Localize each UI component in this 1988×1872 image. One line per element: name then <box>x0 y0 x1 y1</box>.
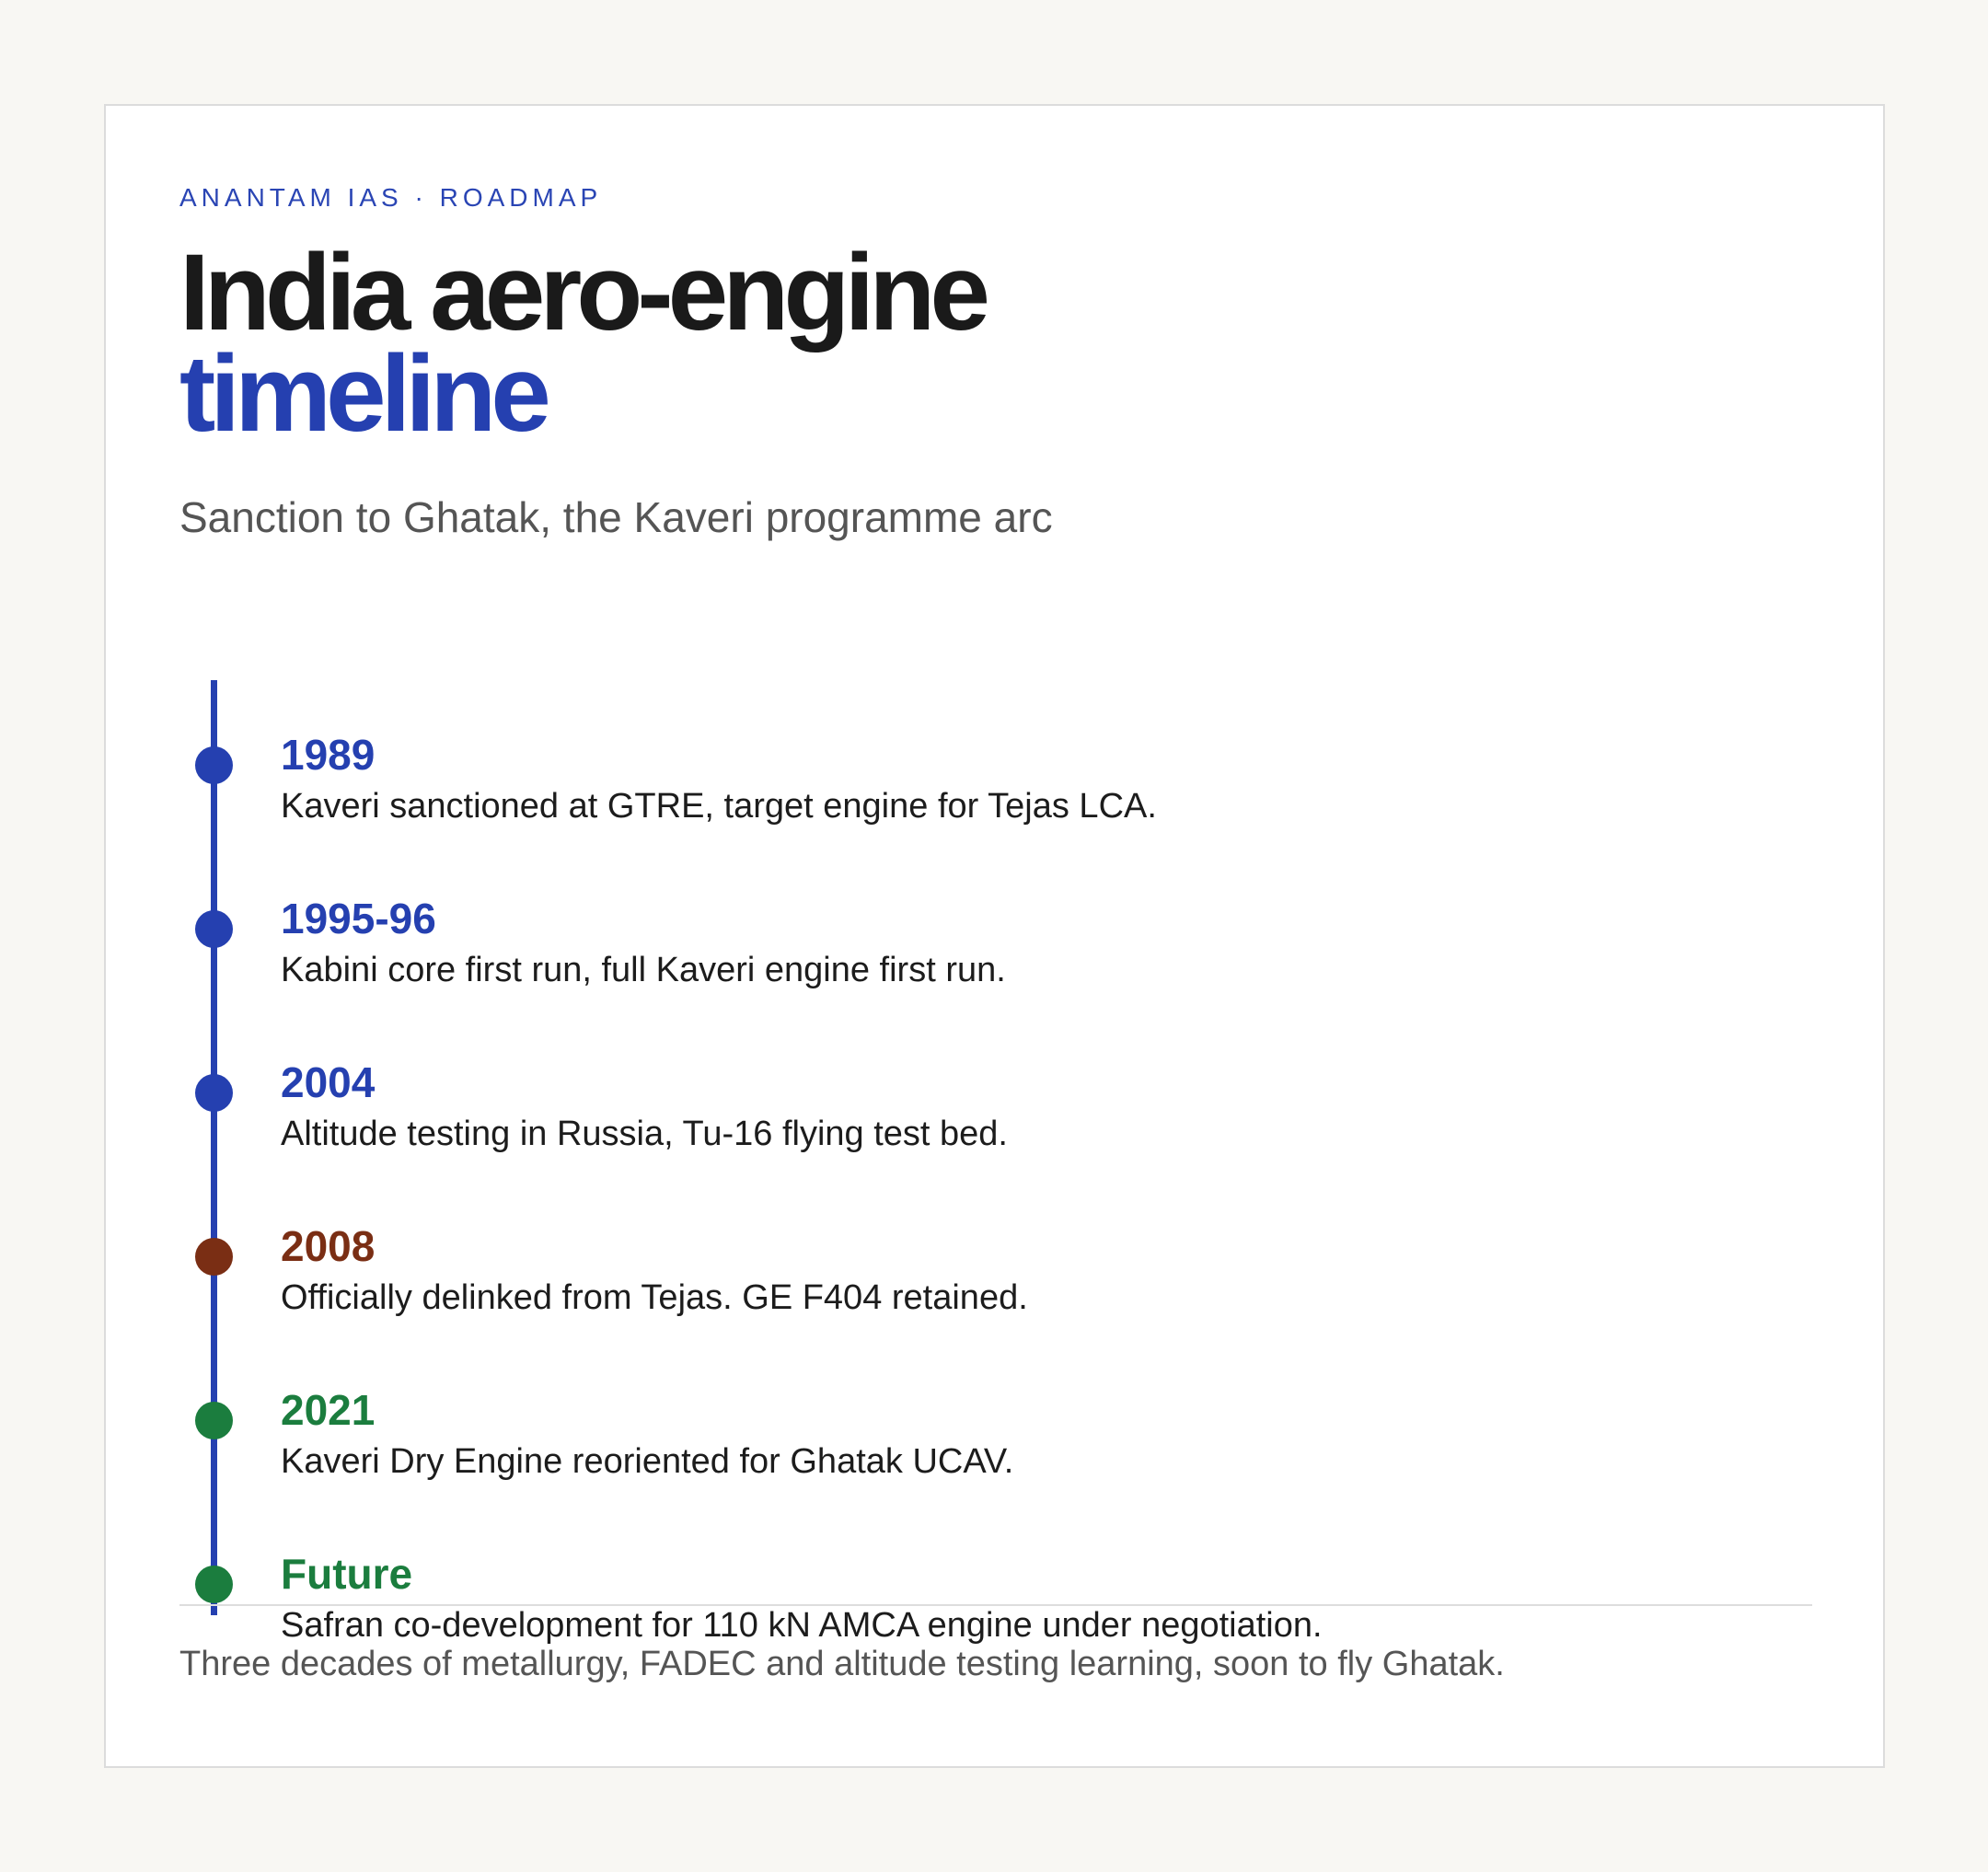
roadmap-card: ANANTAM IAS · ROADMAP India aero-engine … <box>104 104 1885 1768</box>
title-line-2: timeline <box>179 333 551 455</box>
timeline-year: 2008 <box>281 1222 376 1270</box>
timeline-entry: 2008 Officially delinked from Tejas. GE … <box>179 1222 1744 1380</box>
footer-divider <box>179 1604 1812 1606</box>
timeline-entry: 1995-96 Kabini core first run, full Kave… <box>179 895 1744 1052</box>
timeline-marker <box>195 1074 233 1112</box>
footer-note: Three decades of metallurgy, FADEC and a… <box>179 1645 1505 1683</box>
timeline-marker <box>195 1238 233 1276</box>
title-line-1: India aero-engine <box>179 232 990 353</box>
timeline-description: Kaveri sanctioned at GTRE, target engine… <box>281 787 1157 826</box>
timeline-year: 1995-96 <box>281 895 436 942</box>
timeline-description: Kaveri Dry Engine reoriented for Ghatak … <box>281 1442 1014 1481</box>
timeline-marker <box>195 1402 233 1439</box>
timeline-description: Safran co-development for 110 kN AMCA en… <box>281 1606 1323 1645</box>
timeline-year: 2004 <box>281 1058 376 1106</box>
eyebrow-label: ANANTAM IAS · ROADMAP <box>179 183 603 212</box>
timeline-description: Officially delinked from Tejas. GE F404 … <box>281 1278 1028 1317</box>
timeline-entry: 1989 Kaveri sanctioned at GTRE, target e… <box>179 731 1744 888</box>
timeline-year: 1989 <box>281 731 376 779</box>
timeline-year: Future <box>281 1550 413 1598</box>
timeline-marker <box>195 1566 233 1603</box>
timeline-description: Kabini core first run, full Kaveri engin… <box>281 951 1006 989</box>
timeline-marker <box>195 910 233 948</box>
timeline-entry: 2004 Altitude testing in Russia, Tu-16 f… <box>179 1058 1744 1216</box>
subtitle: Sanction to Ghatak, the Kaveri programme… <box>179 493 1053 541</box>
timeline-year: 2021 <box>281 1386 376 1434</box>
timeline-marker <box>195 746 233 784</box>
timeline-description: Altitude testing in Russia, Tu-16 flying… <box>281 1115 1008 1153</box>
timeline-entry: Future Safran co-development for 110 kN … <box>179 1550 1744 1707</box>
timeline: 1989 Kaveri sanctioned at GTRE, target e… <box>179 630 1744 1645</box>
timeline-entry: 2021 Kaveri Dry Engine reoriented for Gh… <box>179 1386 1744 1543</box>
page-title: India aero-engine timeline <box>179 232 990 455</box>
